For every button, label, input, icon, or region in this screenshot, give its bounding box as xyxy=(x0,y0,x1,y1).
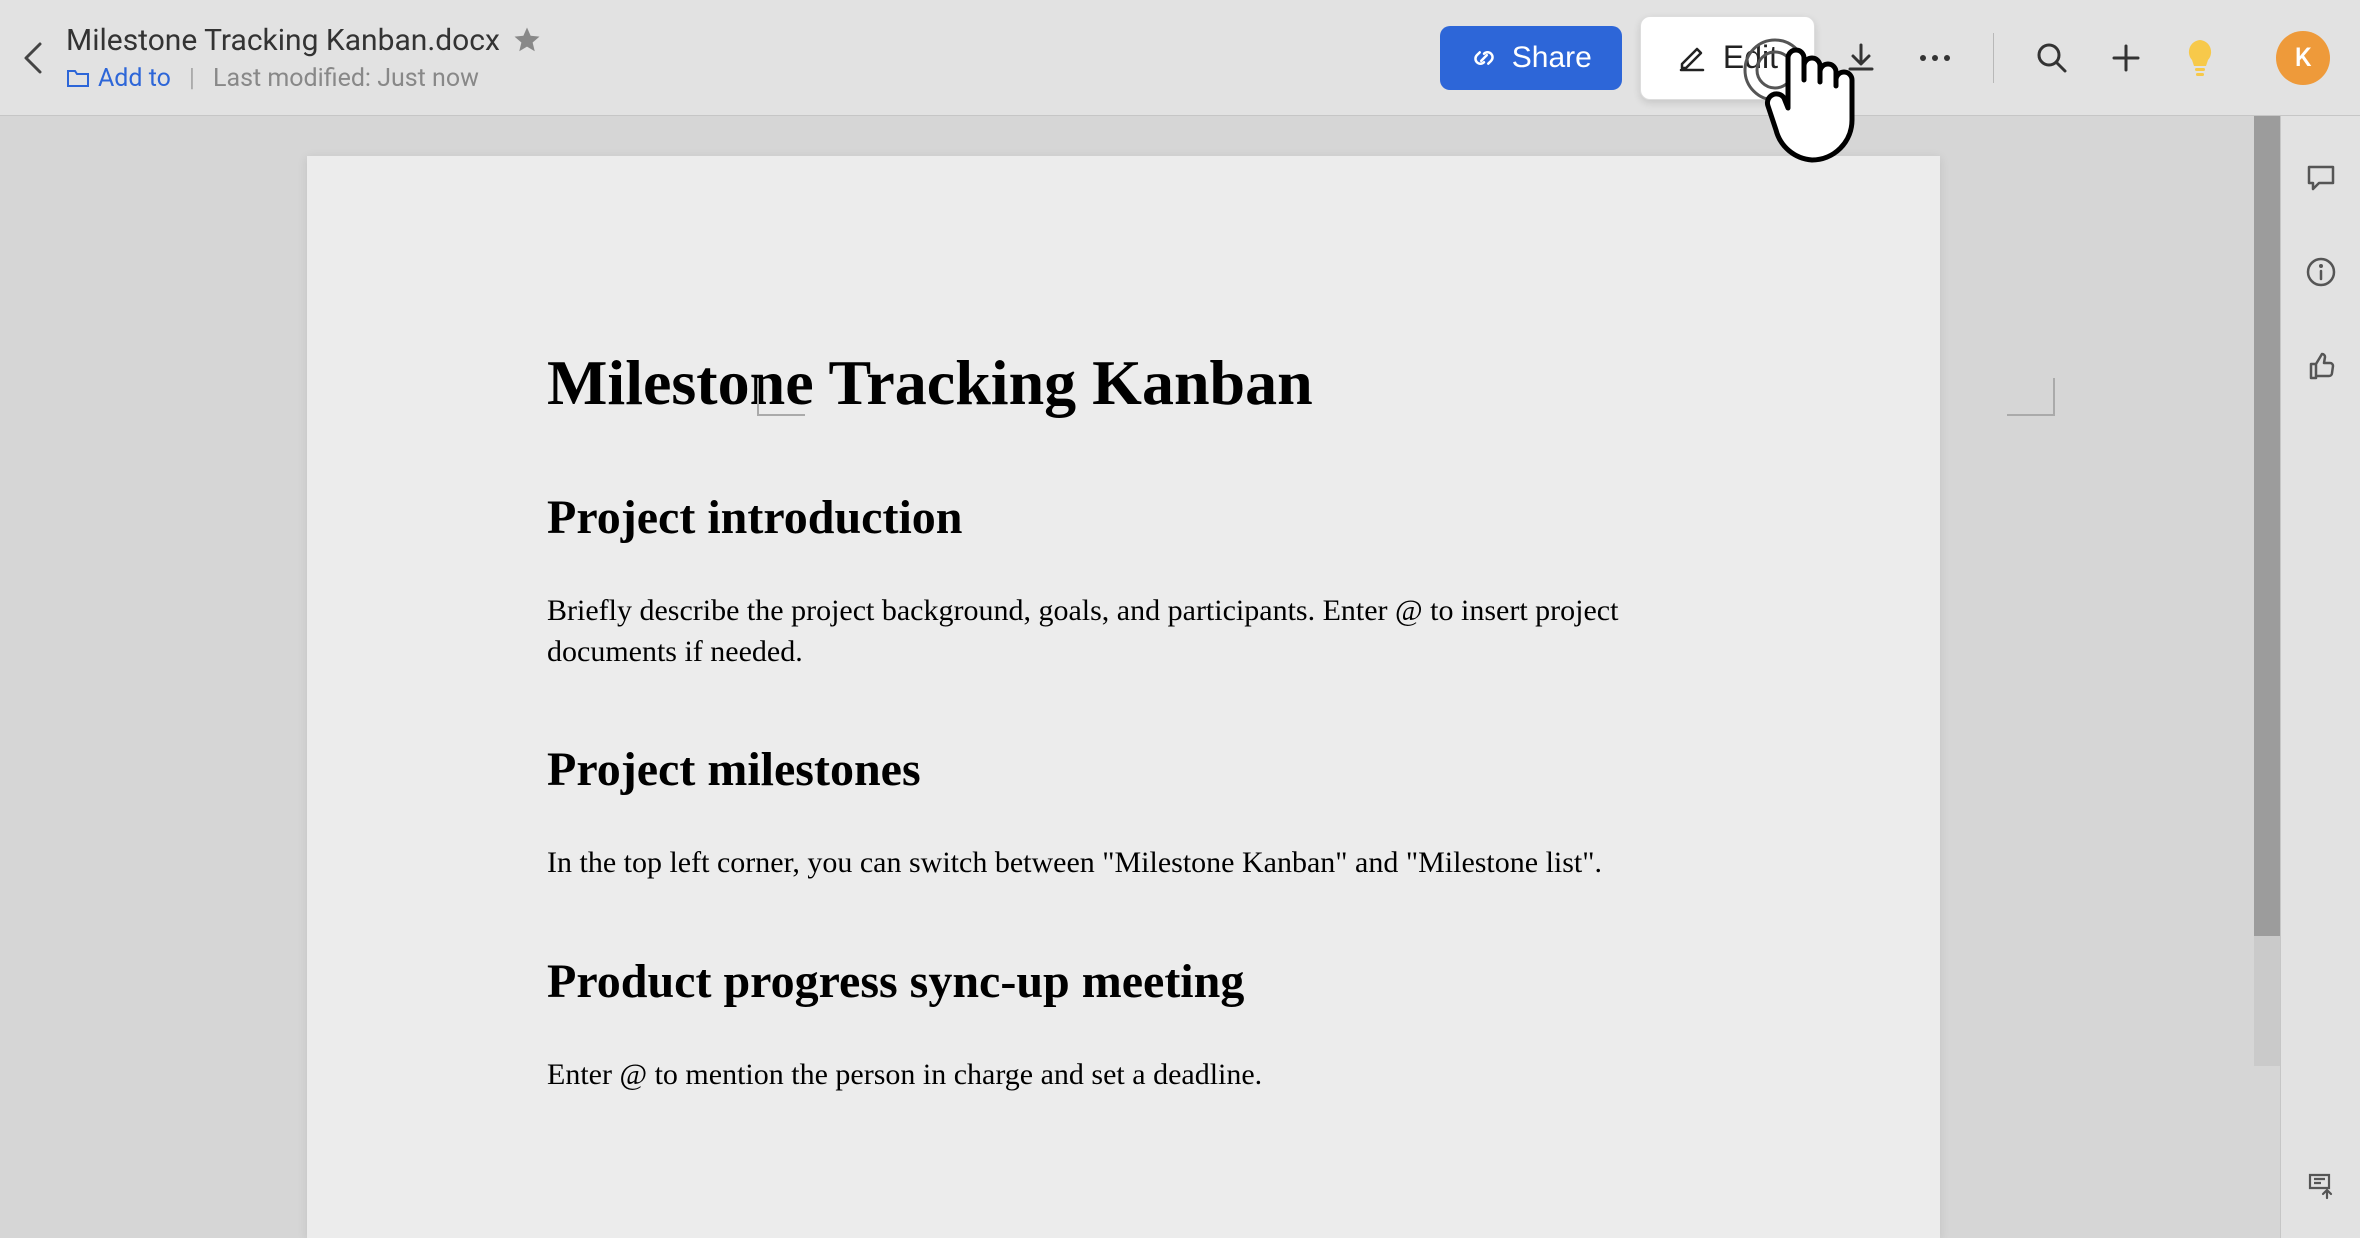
add-to-label: Add to xyxy=(98,64,171,93)
info-icon xyxy=(2305,256,2337,288)
scrollbar[interactable] xyxy=(2254,116,2280,1066)
star-icon[interactable] xyxy=(512,25,542,55)
edit-button[interactable]: Edit xyxy=(1640,16,1815,100)
lightbulb-icon xyxy=(2184,38,2216,78)
document-title[interactable]: Milestone Tracking Kanban.docx xyxy=(66,23,500,58)
info-rail-button[interactable] xyxy=(2299,250,2343,294)
comments-rail-button[interactable] xyxy=(2299,156,2343,200)
feedback-rail-button[interactable] xyxy=(2299,1164,2343,1208)
search-icon xyxy=(2035,41,2069,75)
side-rail xyxy=(2280,116,2360,1238)
download-icon xyxy=(1844,41,1878,75)
doc-section2-body: In the top left corner, you can switch b… xyxy=(547,843,1627,884)
more-button[interactable] xyxy=(1907,30,1963,86)
chevron-left-icon xyxy=(22,40,44,76)
title-section: Milestone Tracking Kanban.docx Add to | … xyxy=(66,23,1440,93)
folder-icon xyxy=(66,67,90,89)
topbar: Milestone Tracking Kanban.docx Add to | … xyxy=(0,0,2360,116)
share-label: Share xyxy=(1512,41,1592,75)
add-to-button[interactable]: Add to xyxy=(66,64,171,93)
comment-icon xyxy=(2305,163,2337,193)
link-icon xyxy=(1470,44,1498,72)
add-button[interactable] xyxy=(2098,30,2154,86)
pencil-icon xyxy=(1677,43,1707,73)
plus-icon xyxy=(2109,41,2143,75)
doc-section1-body: Briefly describe the project background,… xyxy=(547,591,1627,672)
note-arrow-icon xyxy=(2305,1170,2337,1202)
thumbs-up-icon xyxy=(2305,350,2337,382)
search-button[interactable] xyxy=(2024,30,2080,86)
subtitle-row: Add to | Last modified: Just now xyxy=(66,64,1440,93)
tips-button[interactable] xyxy=(2172,30,2228,86)
avatar-initial: K xyxy=(2295,43,2311,73)
avatar[interactable]: K xyxy=(2276,31,2330,85)
doc-heading-1: Milestone Tracking Kanban xyxy=(547,346,1700,420)
edit-label: Edit xyxy=(1723,39,1778,76)
last-modified-label: Last modified: Just now xyxy=(213,64,479,93)
doc-section2-heading: Project milestones xyxy=(547,742,1700,797)
doc-section3-body: Enter @ to mention the person in charge … xyxy=(547,1055,1627,1096)
download-button[interactable] xyxy=(1833,30,1889,86)
scrollbar-thumb[interactable] xyxy=(2254,116,2280,936)
divider: | xyxy=(189,64,195,93)
doc-section1-heading: Project introduction xyxy=(547,490,1700,545)
doc-section3-heading: Product progress sync-up meeting xyxy=(547,954,1700,1009)
toolbar-right: Share Edit xyxy=(1440,16,2330,100)
margin-corner-tl xyxy=(757,378,805,416)
title-row: Milestone Tracking Kanban.docx xyxy=(66,23,1440,58)
margin-corner-tr xyxy=(2007,378,2055,416)
document-page: Milestone Tracking Kanban Project introd… xyxy=(307,156,1940,1238)
main-area: Milestone Tracking Kanban Project introd… xyxy=(0,116,2360,1238)
back-button[interactable] xyxy=(8,33,58,83)
more-icon xyxy=(1918,53,1952,63)
share-button[interactable]: Share xyxy=(1440,26,1622,90)
toolbar-separator xyxy=(1993,33,1994,83)
like-rail-button[interactable] xyxy=(2299,344,2343,388)
